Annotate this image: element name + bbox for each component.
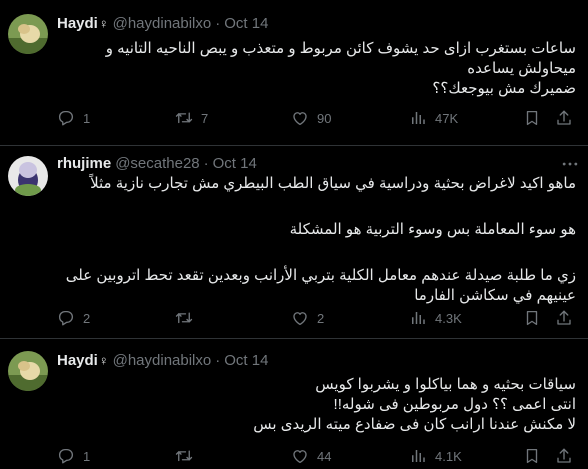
like-icon: [293, 112, 307, 126]
action-bar: 1 7 90 47K: [57, 109, 580, 129]
view-count: 4.3K: [435, 310, 462, 326]
tweet-text-line: انتى اعمى ؟؟ دول مربوطين فى شوله!!: [333, 396, 576, 413]
like-button[interactable]: 90: [291, 109, 331, 127]
gender-badge-icon: ♀: [98, 15, 109, 31]
share-button[interactable]: [555, 447, 581, 465]
tweet[interactable]: rhujime @secathe28 · Oct 14 ماهو اكيد لا…: [0, 146, 588, 326]
tweet-text-line: ضميرك مش بيوجعك؟؟: [432, 80, 576, 97]
views-button[interactable]: 47K: [409, 109, 458, 127]
author-name[interactable]: rhujime: [57, 155, 111, 172]
view-count: 47K: [435, 110, 459, 126]
tweet[interactable]: Haydi ♀ @haydinabilxo · Oct 14 سياقات بح…: [0, 339, 588, 469]
reply-button[interactable]: 1: [57, 447, 90, 465]
retweet-button[interactable]: [175, 447, 201, 465]
tweet-text-line: ماهو اكيد لاغراض بحثية ودراسية في سياق ا…: [90, 175, 576, 192]
author-handle[interactable]: @haydinabilxo: [113, 352, 212, 369]
share-icon: [557, 310, 571, 325]
bookmark-button[interactable]: [523, 447, 549, 465]
like-count: 2: [317, 310, 325, 326]
tweet-text-line: ساعات بستغرب ازاى حد يشوف كائن مربوط و م…: [105, 40, 576, 77]
tweet[interactable]: Haydi ♀ @haydinabilxo · Oct 14 ساعات بست…: [0, 0, 588, 146]
views-icon: [412, 112, 425, 124]
separator: ·: [215, 14, 221, 32]
retweet-icon: [175, 112, 193, 124]
reply-button[interactable]: 1: [57, 109, 90, 127]
view-count: 4.1K: [435, 448, 462, 464]
like-button[interactable]: 44: [291, 447, 331, 465]
reply-icon: [58, 448, 74, 464]
avatar[interactable]: [8, 351, 48, 391]
action-bar: 2 2 4.3K: [57, 309, 580, 329]
bookmark-icon: [526, 110, 538, 126]
tweet-text-line: زي ما طلبة صيدلة عندهم معامل الكلية بترب…: [65, 267, 576, 304]
like-icon: [293, 312, 307, 326]
bookmark-icon: [526, 310, 538, 326]
reply-button[interactable]: 2: [57, 309, 90, 327]
retweet-count: 7: [201, 110, 209, 126]
action-bar: 1 44 4.1K: [57, 447, 580, 467]
avatar[interactable]: [8, 156, 48, 196]
views-icon: [412, 450, 425, 462]
bookmark-button[interactable]: [523, 309, 549, 327]
tweet-text: ماهو اكيد لاغراض بحثية ودراسية في سياق ا…: [57, 174, 576, 306]
more-options-button[interactable]: [560, 154, 580, 174]
reply-count: 1: [83, 448, 91, 464]
retweet-icon: [175, 312, 193, 324]
separator: ·: [215, 351, 221, 369]
author-name[interactable]: Haydi: [57, 352, 98, 369]
views-button[interactable]: 4.3K: [409, 309, 462, 327]
like-button[interactable]: 2: [291, 309, 324, 327]
share-icon: [557, 448, 571, 463]
gender-badge-icon: ♀: [98, 352, 109, 368]
views-icon: [412, 312, 425, 324]
avatar[interactable]: [8, 14, 48, 54]
tweet-date[interactable]: Oct 14: [224, 352, 268, 369]
tweet-text-line: سياقات بحثيه و هما بياكلوا و يشربوا كويس: [315, 376, 576, 393]
separator: ·: [203, 154, 209, 172]
tweet-text: ساعات بستغرب ازاى حد يشوف كائن مربوط و م…: [57, 39, 576, 99]
bookmark-button[interactable]: [523, 109, 549, 127]
share-button[interactable]: [555, 309, 581, 327]
share-button[interactable]: [555, 109, 581, 127]
like-icon: [293, 450, 307, 464]
author-handle[interactable]: @haydinabilxo: [113, 15, 212, 32]
author-name[interactable]: Haydi: [57, 15, 98, 32]
views-button[interactable]: 4.1K: [409, 447, 462, 465]
tweet-date[interactable]: Oct 14: [213, 155, 257, 172]
tweet-text-line: هو سوء المعاملة بس وسوء التربية هو المشك…: [289, 221, 576, 238]
tweet-text-line: لا مكنش عندنا ارانب كان فى ضفادع ميته ال…: [253, 416, 576, 433]
retweet-button[interactable]: [175, 309, 201, 327]
share-icon: [557, 110, 571, 125]
retweet-button[interactable]: 7: [175, 109, 208, 127]
reply-count: 1: [83, 110, 91, 126]
retweet-icon: [175, 450, 193, 462]
reply-icon: [58, 110, 74, 126]
like-count: 44: [317, 448, 332, 464]
reply-icon: [58, 310, 74, 326]
tweet-text: سياقات بحثيه و هما بياكلوا و يشربوا كويس…: [57, 375, 576, 435]
like-count: 90: [317, 110, 332, 126]
author-handle[interactable]: @secathe28: [115, 155, 199, 172]
reply-count: 2: [83, 310, 91, 326]
bookmark-icon: [526, 448, 538, 464]
more-icon: [562, 162, 578, 166]
tweet-date[interactable]: Oct 14: [224, 15, 268, 32]
